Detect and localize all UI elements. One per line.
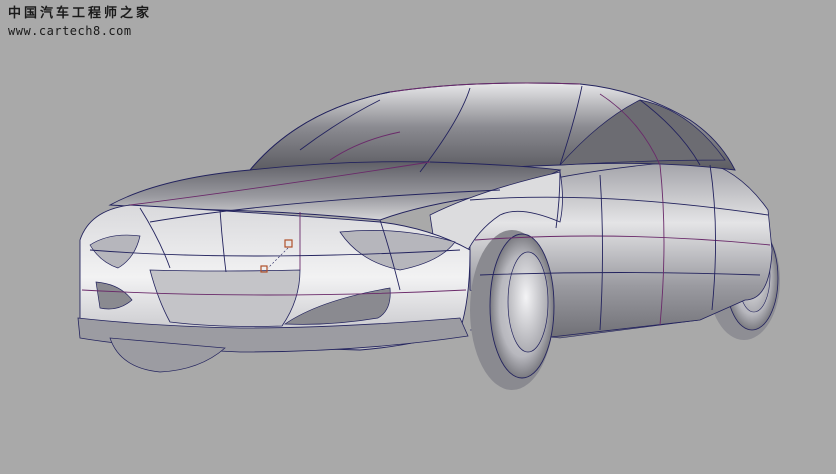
grille-opening bbox=[149, 269, 301, 327]
watermark-url: www.cartech8.com bbox=[8, 23, 132, 38]
3d-viewport[interactable]: 中国汽车工程师之家 www.cartech8.com bbox=[0, 0, 836, 474]
watermark-title: 中国汽车工程师之家 bbox=[8, 6, 153, 21]
site-watermark: 中国汽车工程师之家 www.cartech8.com bbox=[8, 6, 152, 39]
car-surface-model[interactable] bbox=[0, 0, 836, 474]
front-wheel bbox=[470, 230, 555, 390]
